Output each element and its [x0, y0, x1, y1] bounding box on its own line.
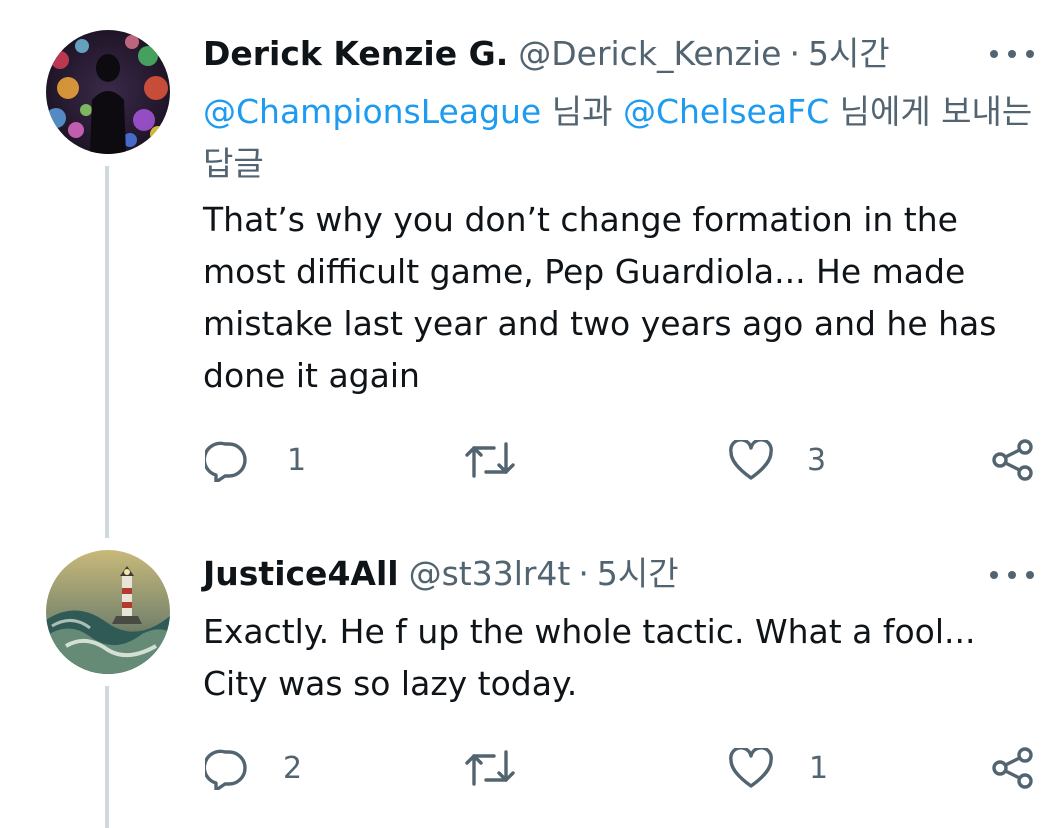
more-icon — [1008, 50, 1016, 58]
reply-count: 2 — [283, 750, 303, 786]
tweet[interactable]: Derick Kenzie G. @Derick_Kenzie · 5시간 @C… — [0, 0, 1062, 530]
like-button[interactable]: 3 — [729, 440, 826, 480]
more-icon — [1026, 50, 1034, 58]
retweet-icon — [465, 442, 515, 478]
separator-dot: · — [578, 554, 589, 593]
reply-count: 1 — [287, 442, 307, 478]
avatar[interactable] — [46, 550, 170, 674]
share-button[interactable] — [991, 746, 1035, 790]
like-count: 3 — [807, 442, 827, 478]
mention-link[interactable]: @ChampionsLeague — [203, 92, 541, 131]
heart-icon — [729, 748, 773, 788]
retweet-button[interactable] — [464, 440, 516, 480]
tweet[interactable]: Justice4All @st33lr4t · 5시간 Exactly. He … — [0, 530, 1062, 828]
display-name[interactable]: Derick Kenzie G. — [203, 34, 508, 74]
tweet-text: That’s why you don’t change formation in… — [203, 200, 997, 395]
tweet-text: Exactly. He f up the whole tactic. What … — [203, 612, 976, 703]
separator-dot: · — [789, 34, 800, 73]
like-button[interactable]: 1 — [729, 748, 828, 788]
reply-conjunction: 님과 — [541, 92, 623, 131]
more-icon — [1026, 571, 1034, 579]
share-button[interactable] — [991, 438, 1035, 482]
reply-icon — [205, 749, 247, 790]
user-handle[interactable]: @Derick_Kenzie — [518, 34, 781, 74]
share-icon — [992, 747, 1033, 789]
avatar[interactable] — [46, 30, 170, 154]
more-icon — [990, 50, 998, 58]
replying-to: @ChampionsLeague 님과 @ChelseaFC 님에게 보내는 답… — [203, 86, 1033, 190]
tweet-header: Derick Kenzie G. @Derick_Kenzie · 5시간 — [203, 34, 890, 74]
more-icon — [1008, 571, 1016, 579]
more-options-button[interactable] — [990, 42, 1034, 66]
reply-button[interactable]: 1 — [205, 438, 306, 482]
more-icon — [990, 571, 998, 579]
more-options-button[interactable] — [990, 563, 1034, 587]
share-icon — [992, 439, 1033, 481]
timestamp[interactable]: 5시간 — [597, 554, 679, 594]
reply-icon — [205, 441, 247, 482]
retweet-icon — [465, 750, 515, 786]
like-count: 1 — [809, 750, 829, 786]
timestamp[interactable]: 5시간 — [808, 34, 890, 74]
mention-link[interactable]: @ChelseaFC — [623, 92, 829, 131]
display-name[interactable]: Justice4All — [203, 554, 399, 594]
retweet-button[interactable] — [464, 748, 516, 788]
user-handle[interactable]: @st33lr4t — [409, 554, 571, 594]
reply-button[interactable]: 2 — [205, 746, 302, 790]
heart-icon — [729, 440, 773, 480]
tweet-header: Justice4All @st33lr4t · 5시간 — [203, 554, 679, 594]
